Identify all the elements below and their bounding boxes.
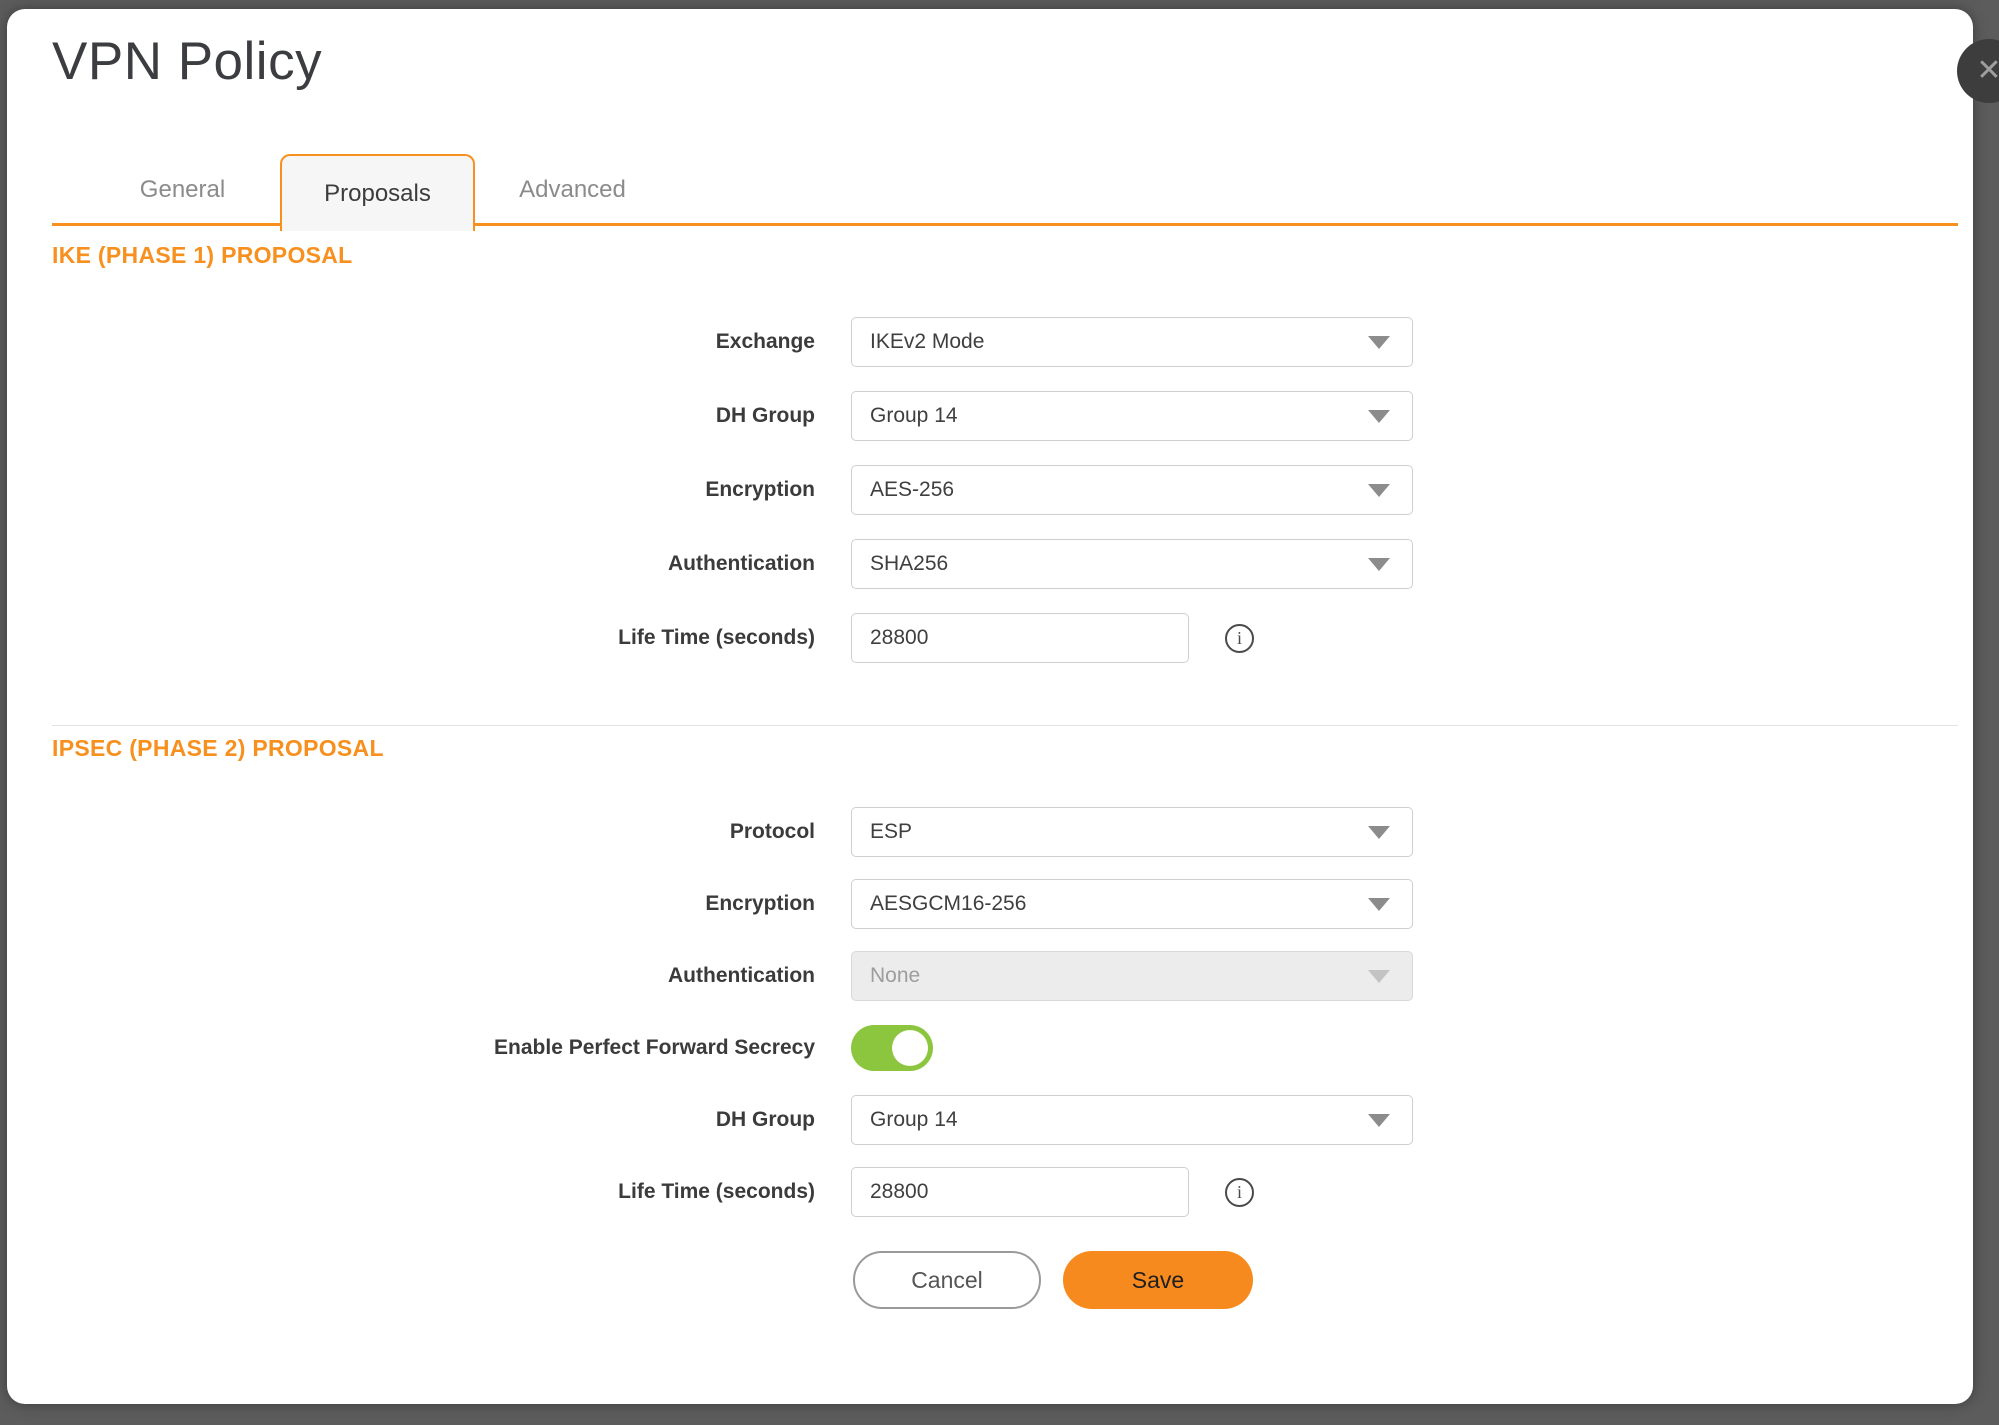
ike-phase1-form: Exchange IKEv2 Mode DH Group Group 14 En… (7, 305, 1973, 675)
protocol-row: Protocol ESP (7, 796, 1973, 868)
encryption-row: Encryption AES-256 (7, 453, 1973, 527)
chevron-down-icon (1368, 336, 1390, 349)
close-icon: ✕ (1976, 56, 1999, 86)
dropdown-value: AES-256 (870, 478, 954, 502)
pfs-label: Enable Perfect Forward Secrecy (7, 1036, 815, 1060)
page-title: VPN Policy (52, 31, 322, 92)
phase1-lifetime-input[interactable] (851, 613, 1189, 663)
tab-advanced[interactable]: Advanced (475, 154, 670, 226)
tab-general[interactable]: General (85, 154, 280, 226)
authentication-label: Authentication (7, 552, 815, 576)
chevron-down-icon (1368, 484, 1390, 497)
encryption-label: Encryption (7, 478, 815, 502)
chevron-down-icon (1368, 970, 1390, 983)
dropdown-value: SHA256 (870, 552, 948, 576)
phase2-lifetime-input[interactable] (851, 1167, 1189, 1217)
authentication-row: Authentication None (7, 940, 1973, 1012)
dh-group-label: DH Group (7, 1108, 815, 1132)
dh-group-row: DH Group Group 14 (7, 1084, 1973, 1156)
tab-proposals[interactable]: Proposals (280, 154, 475, 231)
chevron-down-icon (1368, 898, 1390, 911)
encryption-label: Encryption (7, 892, 815, 916)
ipsec-phase2-form: Protocol ESP Encryption AESGCM16-256 Aut… (7, 796, 1973, 1228)
phase1-encryption-dropdown[interactable]: AES-256 (851, 465, 1413, 515)
dh-group-label: DH Group (7, 404, 815, 428)
info-icon[interactable]: i (1225, 624, 1254, 653)
pfs-row: Enable Perfect Forward Secrecy (7, 1012, 1973, 1084)
authentication-label: Authentication (7, 964, 815, 988)
encryption-row: Encryption AESGCM16-256 (7, 868, 1973, 940)
phase1-authentication-dropdown[interactable]: SHA256 (851, 539, 1413, 589)
protocol-dropdown[interactable]: ESP (851, 807, 1413, 857)
protocol-label: Protocol (7, 820, 815, 844)
dh-group-row: DH Group Group 14 (7, 379, 1973, 453)
lifetime-label: Life Time (seconds) (7, 626, 815, 650)
dropdown-value: Group 14 (870, 1108, 958, 1132)
pfs-toggle[interactable] (851, 1025, 933, 1071)
chevron-down-icon (1368, 410, 1390, 423)
chevron-down-icon (1368, 558, 1390, 571)
info-icon[interactable]: i (1225, 1178, 1254, 1207)
tab-bar: General Proposals Advanced (52, 154, 1958, 226)
exchange-label: Exchange (7, 330, 815, 354)
exchange-row: Exchange IKEv2 Mode (7, 305, 1973, 379)
exchange-dropdown[interactable]: IKEv2 Mode (851, 317, 1413, 367)
phase1-dh-group-dropdown[interactable]: Group 14 (851, 391, 1413, 441)
section-divider (52, 725, 1958, 726)
authentication-row: Authentication SHA256 (7, 527, 1973, 601)
lifetime-row: Life Time (seconds) i (7, 1156, 1973, 1228)
lifetime-label: Life Time (seconds) (7, 1180, 815, 1204)
vpn-policy-dialog: VPN Policy General Proposals Advanced IK… (7, 9, 1973, 1404)
toggle-knob (892, 1030, 928, 1066)
phase2-dh-group-dropdown[interactable]: Group 14 (851, 1095, 1413, 1145)
cancel-button[interactable]: Cancel (853, 1251, 1041, 1309)
phase2-authentication-dropdown: None (851, 951, 1413, 1001)
save-button[interactable]: Save (1063, 1251, 1253, 1309)
dropdown-value: None (870, 964, 920, 988)
lifetime-row: Life Time (seconds) i (7, 601, 1973, 675)
dropdown-value: ESP (870, 820, 912, 844)
chevron-down-icon (1368, 826, 1390, 839)
dropdown-value: IKEv2 Mode (870, 330, 984, 354)
ipsec-phase2-heading: IPSEC (PHASE 2) PROPOSAL (52, 735, 384, 762)
ike-phase1-heading: IKE (PHASE 1) PROPOSAL (52, 242, 353, 269)
dropdown-value: Group 14 (870, 404, 958, 428)
phase2-encryption-dropdown[interactable]: AESGCM16-256 (851, 879, 1413, 929)
dropdown-value: AESGCM16-256 (870, 892, 1026, 916)
chevron-down-icon (1368, 1114, 1390, 1127)
